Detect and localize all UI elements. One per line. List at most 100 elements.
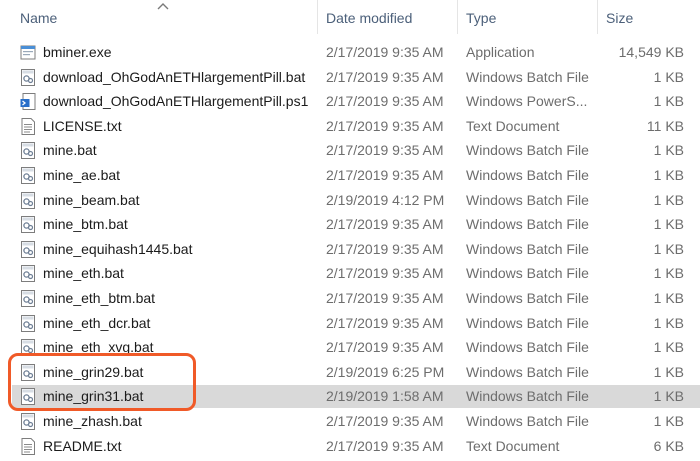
file-name[interactable]: mine.bat [43, 138, 97, 163]
batch-file-icon [20, 265, 36, 283]
file-size: 1 KB [653, 191, 684, 208]
file-date-modified: 2/17/2019 9:35 AM [326, 437, 444, 454]
batch-file-icon [20, 412, 36, 430]
file-type: Windows Batch File [466, 191, 589, 208]
batch-file-icon [20, 68, 36, 86]
file-row[interactable]: mine_btm.bat 2/17/2019 9:35 AM Windows Bat… [0, 212, 700, 237]
powershell-file-icon [20, 93, 36, 111]
column-divider[interactable] [597, 0, 598, 34]
file-date-modified: 2/17/2019 9:35 AM [326, 412, 444, 429]
file-row[interactable]: mine_eth_btm.bat 2/17/2019 9:35 AM Windows… [0, 286, 700, 311]
file-size: 14,549 KB [618, 44, 684, 60]
file-size: 1 KB [653, 265, 684, 282]
batch-file-icon [20, 216, 36, 234]
file-size: 1 KB [653, 412, 684, 429]
file-name[interactable]: mine_zhash.bat [43, 409, 142, 434]
file-size: 1 KB [653, 216, 684, 233]
file-type: Windows Batch File [466, 166, 589, 183]
file-date-modified: 2/17/2019 9:35 AM [326, 44, 444, 60]
file-type: Windows Batch File [466, 216, 589, 233]
column-header-size[interactable]: Size [606, 0, 633, 34]
file-date-modified: 2/17/2019 9:35 AM [326, 314, 444, 331]
file-row[interactable]: mine_eth.bat 2/17/2019 9:35 AM Windows Bat… [0, 261, 700, 286]
file-name[interactable]: mine_eth_btm.bat [43, 286, 155, 311]
file-date-modified: 2/17/2019 9:35 AM [326, 339, 444, 356]
file-size: 1 KB [653, 240, 684, 257]
file-row[interactable]: mine_zhash.bat 2/17/2019 9:35 AM Windows B… [0, 409, 700, 434]
file-row[interactable]: mine_equihash1445.bat 2/17/2019 9:35 AM Wi… [0, 237, 700, 262]
file-name[interactable]: download_OhGodAnETHlargementPill.ps1 [43, 89, 308, 114]
file-name[interactable]: bminer.exe [43, 40, 111, 65]
file-name[interactable]: README.txt [43, 434, 122, 459]
file-type: Windows Batch File [466, 339, 589, 356]
file-type: Windows Batch File [466, 265, 589, 282]
file-size: 1 KB [653, 93, 684, 110]
column-header-type[interactable]: Type [466, 0, 496, 34]
file-size: 1 KB [653, 339, 684, 356]
exe-icon [20, 44, 36, 61]
file-size: 1 KB [653, 388, 684, 405]
file-size: 1 KB [653, 289, 684, 306]
file-date-modified: 2/17/2019 9:35 AM [326, 117, 444, 134]
file-name[interactable]: download_OhGodAnETHlargementPill.bat [43, 65, 305, 90]
file-type: Text Document [466, 437, 560, 454]
file-type: Windows Batch File [466, 314, 589, 331]
file-date-modified: 2/17/2019 9:35 AM [326, 216, 444, 233]
file-size: 1 KB [653, 142, 684, 159]
file-type: Windows Batch File [466, 289, 589, 306]
file-row[interactable]: mine_beam.bat 2/19/2019 4:12 PM Windows Ba… [0, 188, 700, 213]
file-name[interactable]: mine_equihash1445.bat [43, 237, 192, 262]
text-file-icon [20, 117, 36, 135]
file-row[interactable]: download_OhGodAnETHlargementPill.ps1 2/17… [0, 89, 700, 114]
file-name[interactable]: mine_beam.bat [43, 188, 140, 213]
file-row[interactable]: LICENSE.txt 2/17/2019 9:35 AM Text Documen… [0, 114, 700, 139]
batch-file-icon [20, 166, 36, 184]
file-type: Application [466, 44, 535, 60]
file-size: 11 KB [646, 117, 684, 134]
file-name[interactable]: mine_ae.bat [43, 163, 120, 188]
file-date-modified: 2/19/2019 6:25 PM [326, 363, 445, 380]
file-date-modified: 2/17/2019 9:35 AM [326, 93, 444, 110]
file-date-modified: 2/17/2019 9:35 AM [326, 166, 444, 183]
column-divider[interactable] [317, 0, 318, 34]
file-type: Windows Batch File [466, 412, 589, 429]
batch-file-icon [20, 142, 36, 160]
file-type: Text Document [466, 117, 560, 134]
batch-file-icon [20, 191, 36, 209]
file-type: Windows Batch File [466, 142, 589, 159]
file-row[interactable]: mine_ae.bat 2/17/2019 9:35 AM Windows Batc… [0, 163, 700, 188]
file-size: 1 KB [653, 166, 684, 183]
file-date-modified: 2/17/2019 9:35 AM [326, 289, 444, 306]
column-divider[interactable] [457, 0, 458, 34]
file-size: 1 KB [653, 363, 684, 380]
file-size: 1 KB [653, 314, 684, 331]
batch-file-icon [20, 240, 36, 258]
column-header-name[interactable]: Name [20, 0, 57, 34]
file-row[interactable]: README.txt 2/17/2019 9:35 AM Text Document… [0, 434, 700, 459]
file-type: Windows Batch File [466, 388, 589, 405]
file-date-modified: 2/17/2019 9:35 AM [326, 68, 444, 85]
file-date-modified: 2/19/2019 4:12 PM [326, 191, 445, 208]
file-type: Windows Batch File [466, 68, 589, 85]
file-type: Windows PowerS... [466, 93, 588, 110]
file-date-modified: 2/19/2019 1:58 AM [326, 388, 444, 405]
file-name[interactable]: mine_eth_dcr.bat [43, 311, 150, 336]
batch-file-icon [20, 314, 36, 332]
file-size: 1 KB [653, 68, 684, 85]
file-row[interactable]: bminer.exe 2/17/2019 9:35 AM Application 14… [0, 40, 700, 65]
column-header-date-modified[interactable]: Date modified [326, 0, 412, 34]
file-row[interactable]: mine.bat 2/17/2019 9:35 AM Windows Batch F… [0, 138, 700, 163]
batch-file-icon [20, 289, 36, 307]
file-name[interactable]: mine_eth.bat [43, 261, 124, 286]
file-name[interactable]: LICENSE.txt [43, 114, 122, 139]
file-row[interactable]: download_OhGodAnETHlargementPill.bat 2/17… [0, 65, 700, 90]
file-name[interactable]: mine_btm.bat [43, 212, 128, 237]
sort-ascending-icon [157, 3, 169, 10]
file-size: 6 KB [653, 437, 684, 454]
column-header-bar: Name Date modified Type Size [0, 0, 700, 34]
file-date-modified: 2/17/2019 9:35 AM [326, 265, 444, 282]
file-type: Windows Batch File [466, 363, 589, 380]
file-row[interactable]: mine_eth_dcr.bat 2/17/2019 9:35 AM Windows… [0, 311, 700, 336]
file-date-modified: 2/17/2019 9:35 AM [326, 240, 444, 257]
text-file-icon [20, 437, 36, 455]
